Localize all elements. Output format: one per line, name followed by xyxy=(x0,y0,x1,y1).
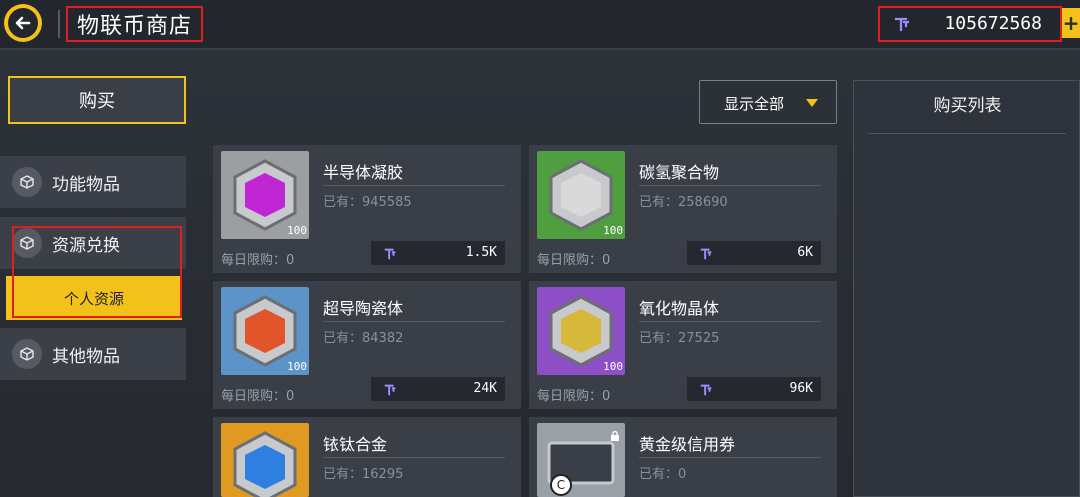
item-quantity: 100 xyxy=(287,224,307,237)
item-thumbnail: 100 xyxy=(537,151,625,239)
item-card[interactable]: C 黄金级信用券 已有：0 xyxy=(529,417,837,497)
item-thumbnail: 100 xyxy=(537,287,625,375)
item-divider xyxy=(323,457,505,458)
item-name: 超导陶瓷体 xyxy=(323,299,404,318)
currency-display: 105672568 xyxy=(878,6,1062,42)
item-price-button[interactable]: 6K xyxy=(687,241,821,265)
top-bar: 物联币商店 105672568 + xyxy=(0,0,1080,50)
item-divider xyxy=(323,321,505,322)
item-card[interactable]: 100 铱钛合金 已有：16295 xyxy=(213,417,521,497)
add-currency-button[interactable]: + xyxy=(1062,8,1080,38)
filter-label: 显示全部 xyxy=(724,95,785,113)
item-thumbnail: 100 xyxy=(221,423,309,497)
item-thumbnail: 100 xyxy=(221,287,309,375)
cube-icon xyxy=(12,339,42,369)
item-card[interactable]: 100 氧化物晶体 已有：27525 每日限购：0 96K xyxy=(529,281,837,409)
item-daily-limit: 每日限购：0 xyxy=(537,389,611,404)
caret-down-icon xyxy=(806,99,818,107)
item-name: 黄金级信用券 xyxy=(639,435,736,454)
item-quantity: 100 xyxy=(287,360,307,373)
item-thumbnail: C xyxy=(537,423,625,497)
category-functional-items[interactable]: 功能物品 xyxy=(0,156,186,208)
category-label: 功能物品 xyxy=(52,175,120,195)
item-quantity: 100 xyxy=(603,360,623,373)
tab-buy[interactable]: 购买 xyxy=(8,76,186,124)
currency-value: 105672568 xyxy=(944,13,1042,34)
item-name: 氧化物晶体 xyxy=(639,299,720,318)
item-owned: 已有：27525 xyxy=(639,331,720,346)
item-price: 24K xyxy=(473,381,497,396)
currency-icon xyxy=(699,382,713,401)
item-owned: 已有：945585 xyxy=(323,195,412,210)
item-card[interactable]: 100 碳氢聚合物 已有：258690 每日限购：0 6K xyxy=(529,145,837,273)
item-owned: 已有：16295 xyxy=(323,467,404,482)
svg-text:C: C xyxy=(557,478,565,492)
page-title: 物联币商店 xyxy=(76,14,192,39)
item-owned: 已有：84382 xyxy=(323,331,404,346)
item-price: 96K xyxy=(789,381,813,396)
item-name: 铱钛合金 xyxy=(323,435,388,454)
item-price-button[interactable]: 96K xyxy=(687,377,821,401)
back-arrow-icon xyxy=(8,8,38,38)
item-divider xyxy=(639,321,821,322)
item-price-button[interactable]: 24K xyxy=(371,377,505,401)
title-highlight: 物联币商店 xyxy=(66,6,203,42)
item-owned: 已有：0 xyxy=(639,467,687,482)
item-daily-limit: 每日限购：0 xyxy=(221,389,295,404)
item-divider xyxy=(639,457,821,458)
item-price-button[interactable]: 1.5K xyxy=(371,241,505,265)
item-daily-limit: 每日限购：0 xyxy=(221,253,295,268)
currency-icon xyxy=(894,16,910,36)
item-price: 1.5K xyxy=(465,245,497,260)
item-card[interactable]: 100 半导体凝胶 已有：945585 每日限购：0 1.5K xyxy=(213,145,521,273)
item-thumbnail: 100 xyxy=(221,151,309,239)
currency-icon xyxy=(383,246,397,265)
item-divider xyxy=(639,185,821,186)
purchase-list-divider xyxy=(868,133,1066,134)
category-other-items[interactable]: 其他物品 xyxy=(0,328,186,380)
category-highlight xyxy=(12,226,182,318)
item-daily-limit: 每日限购：0 xyxy=(537,253,611,268)
currency-icon xyxy=(383,382,397,401)
item-divider xyxy=(323,185,505,186)
filter-dropdown[interactable]: 显示全部 xyxy=(699,80,837,124)
item-name: 碳氢聚合物 xyxy=(639,163,720,182)
item-price: 6K xyxy=(797,245,813,260)
item-name: 半导体凝胶 xyxy=(323,163,404,182)
currency-icon xyxy=(699,246,713,265)
category-label: 其他物品 xyxy=(52,347,120,367)
title-divider xyxy=(58,10,60,38)
cube-icon xyxy=(12,167,42,197)
item-owned: 已有：258690 xyxy=(639,195,728,210)
purchase-list-title: 购买列表 xyxy=(933,96,1002,116)
item-quantity: 100 xyxy=(603,224,623,237)
back-button[interactable] xyxy=(4,4,42,42)
item-card[interactable]: 100 超导陶瓷体 已有：84382 每日限购：0 24K xyxy=(213,281,521,409)
purchase-list-panel: 购买列表 xyxy=(853,80,1080,497)
lock-icon xyxy=(609,427,621,441)
